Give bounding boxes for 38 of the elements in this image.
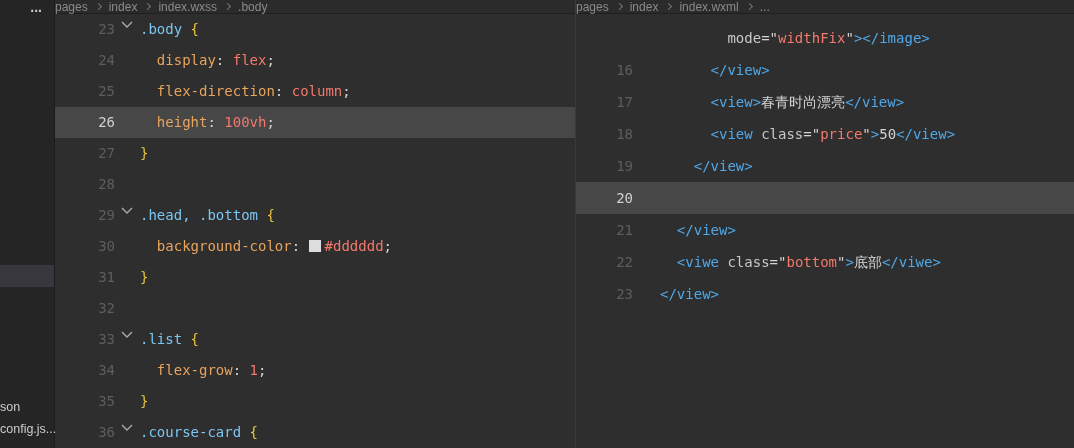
code-line: </view> (660, 284, 719, 304)
code-line: </view> (692, 156, 753, 176)
file-item[interactable]: son (0, 396, 54, 418)
code-line: height: 100vh; (155, 113, 275, 132)
code-line: background-color: #dddddd; (155, 237, 393, 256)
breadcrumb-item[interactable]: index (108, 0, 138, 14)
breadcrumb-item[interactable]: index.wxml (679, 0, 739, 14)
breadcrumb-item[interactable]: pages (576, 0, 609, 14)
code-line: </view> (675, 220, 736, 240)
code-line: } (140, 268, 149, 287)
file-item[interactable]: config.js... (0, 418, 54, 440)
breadcrumb-item[interactable]: ... (759, 0, 770, 14)
fold-chevron-icon[interactable] (121, 424, 133, 432)
breadcrumb-item[interactable]: index (629, 0, 659, 14)
code-line: .course-card { (140, 423, 258, 442)
line-number: 26 (97, 113, 115, 132)
selected-row (0, 265, 54, 287)
code-line: flex-direction: column; (155, 82, 351, 101)
fold-chevron-icon[interactable] (121, 207, 133, 215)
fold-chevron-icon[interactable] (121, 331, 133, 339)
line-number: 20 (616, 189, 633, 206)
code-line: .list { (140, 330, 199, 349)
breadcrumb-item[interactable]: .body (238, 0, 268, 14)
code-line: .body { (140, 20, 199, 39)
fold-chevron-icon[interactable] (121, 21, 133, 29)
code-line: flex-grow: 1; (155, 361, 267, 380)
code-line: .head, .bottom { (140, 206, 275, 225)
code-line: <viwe class="bottom">底部</viwe> (675, 252, 941, 272)
code-line: } (140, 144, 149, 163)
code-line: <view>春青时尚漂亮</view> (709, 92, 905, 112)
code-line: <view class="price">50</view> (709, 124, 956, 144)
code-line: </view> (709, 60, 770, 80)
more-menu[interactable]: ... (30, 0, 42, 20)
code-line: } (140, 392, 149, 411)
breadcrumb-item[interactable]: index.wxss (158, 0, 218, 14)
code-line: display: flex; (155, 51, 275, 70)
breadcrumb-item[interactable]: pages (55, 0, 88, 14)
code-line: mode="widthFix"></image> (726, 28, 930, 48)
